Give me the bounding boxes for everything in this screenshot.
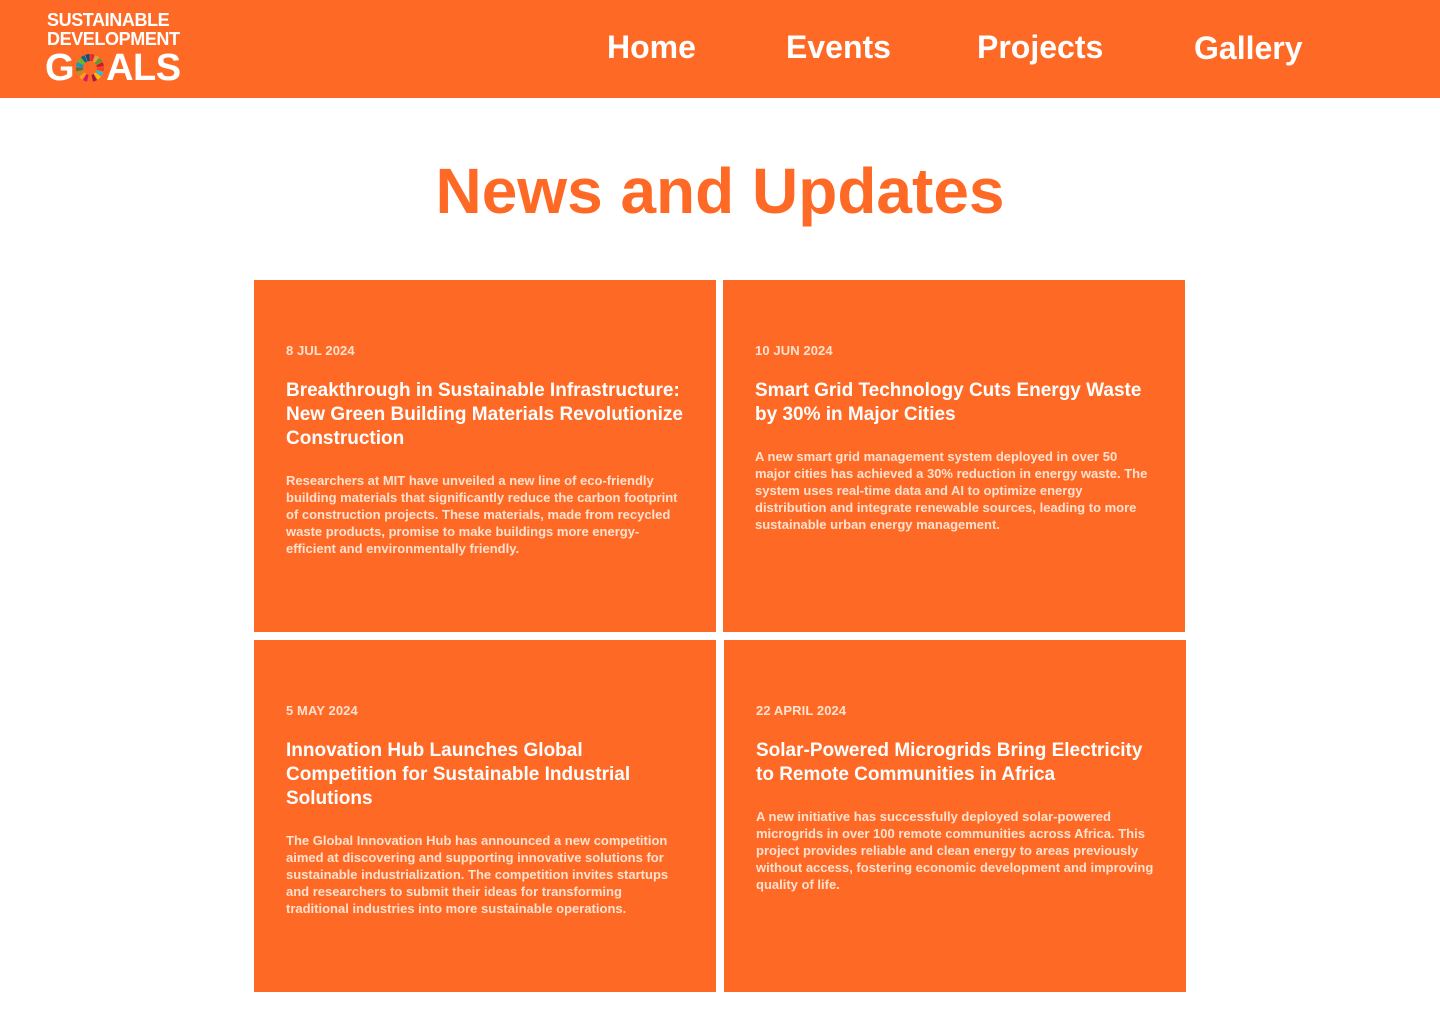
wheel-segment (87, 74, 93, 82)
news-card[interactable]: 22 APRIL 2024 Solar-Powered Microgrids B… (724, 640, 1186, 992)
news-title[interactable]: Innovation Hub Launches Global Competiti… (286, 739, 684, 811)
news-description: A new smart grid management system deplo… (755, 449, 1148, 532)
sdg-color-wheel-icon (76, 54, 105, 82)
nav-events-link[interactable]: Events (786, 28, 891, 66)
news-title[interactable]: Breakthrough in Sustainable Infrastructu… (286, 379, 684, 451)
news-date: 10 JUN 2024 (755, 343, 833, 358)
news-date: 22 APRIL 2024 (756, 703, 847, 718)
news-card[interactable]: 10 JUN 2024 Smart Grid Technology Cuts E… (723, 280, 1185, 632)
news-title[interactable]: Smart Grid Technology Cuts Energy Waste … (755, 379, 1153, 427)
site-header: SUSTAINABLE DEVELOPMENT G ALS Home Event… (0, 0, 1440, 98)
logo-letter-g: G (45, 47, 75, 89)
page-title: News and Updates (435, 155, 1005, 227)
news-date: 8 JUL 2024 (286, 343, 355, 358)
news-description: Researchers at MIT have unveiled a new l… (286, 473, 678, 556)
news-date: 5 MAY 2024 (286, 703, 358, 718)
news-description: The Global Innovation Hub has announced … (286, 833, 669, 916)
sdg-logo[interactable]: SUSTAINABLE DEVELOPMENT G ALS (45, 10, 187, 89)
nav-gallery-link[interactable]: Gallery (1194, 29, 1303, 67)
logo-text-line3: G ALS (45, 47, 181, 89)
nav-projects-link[interactable]: Projects (977, 28, 1103, 66)
news-card[interactable]: 8 JUL 2024 Breakthrough in Sustainable I… (254, 280, 716, 632)
news-card[interactable]: 5 MAY 2024 Innovation Hub Launches Globa… (254, 640, 716, 992)
logo-letters-als: ALS (106, 47, 181, 89)
news-description: A new initiative has successfully deploy… (756, 809, 1154, 892)
nav-home-link[interactable]: Home (607, 28, 696, 66)
logo-text-line1: SUSTAINABLE (47, 10, 170, 30)
news-title[interactable]: Solar-Powered Microgrids Bring Electrici… (756, 739, 1154, 787)
